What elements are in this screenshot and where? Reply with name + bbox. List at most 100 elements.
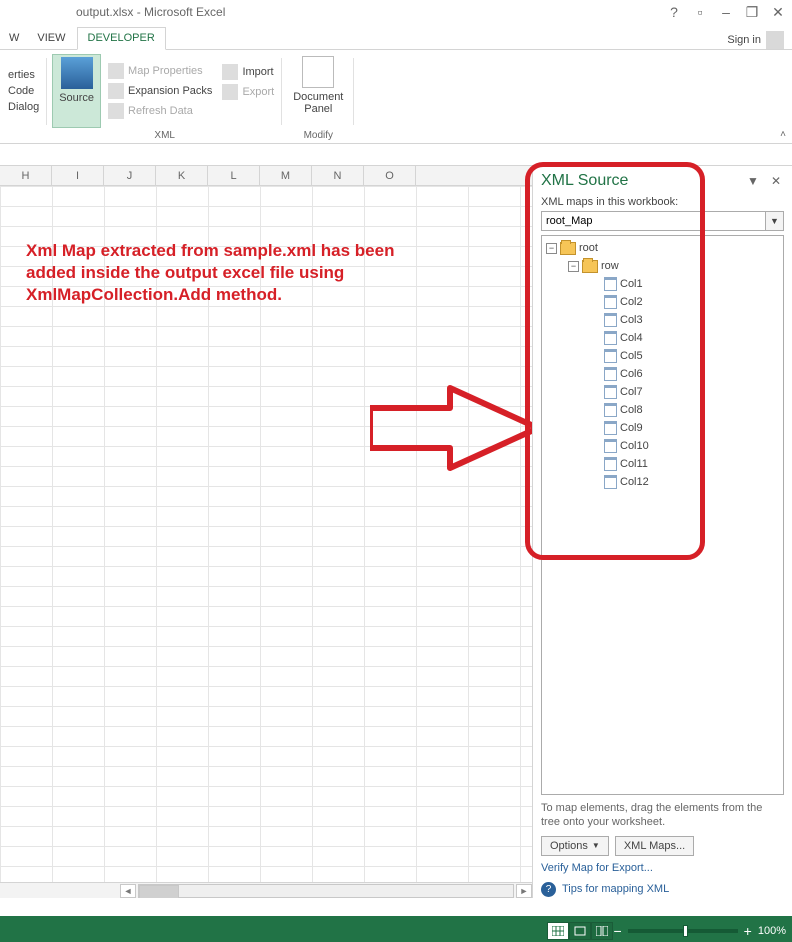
col-header[interactable]: J xyxy=(104,166,156,185)
tree-node-col[interactable]: Col12 xyxy=(546,473,779,491)
col-header[interactable]: M xyxy=(260,166,312,185)
col-header[interactable]: L xyxy=(208,166,260,185)
tree-node-col[interactable]: Col7 xyxy=(546,383,779,401)
tree-node-label: row xyxy=(601,260,619,272)
options-button[interactable]: Options▼ xyxy=(541,836,609,856)
col-header[interactable]: K xyxy=(156,166,208,185)
ribbon-group-partial: erties Code Dialog xyxy=(0,54,47,143)
map-properties-button[interactable]: Map Properties xyxy=(105,62,215,80)
maps-combobox[interactable]: ▼ xyxy=(541,211,784,231)
import-button[interactable]: Import xyxy=(219,63,277,81)
collapse-icon[interactable]: − xyxy=(568,261,579,272)
element-icon xyxy=(604,367,617,381)
tab-developer[interactable]: DEVELOPER xyxy=(77,27,166,50)
export-button[interactable]: Export xyxy=(219,83,277,101)
folder-icon xyxy=(582,260,598,273)
col-header[interactable]: H xyxy=(0,166,52,185)
zoom-slider-thumb[interactable] xyxy=(683,925,688,937)
help-icon[interactable]: ? xyxy=(666,4,682,20)
chevron-down-icon: ▼ xyxy=(592,841,600,850)
tree-node-col[interactable]: Col3 xyxy=(546,311,779,329)
minimize-icon[interactable]: – xyxy=(718,4,734,20)
expansion-packs-button[interactable]: Expansion Packs xyxy=(105,82,215,100)
collapse-ribbon-icon[interactable]: ˄ xyxy=(780,129,786,140)
tab-partial[interactable]: W xyxy=(6,27,26,49)
tree-node-col[interactable]: Col11 xyxy=(546,455,779,473)
view-pagelayout-button[interactable] xyxy=(569,922,591,940)
scroll-left-icon[interactable]: ◄ xyxy=(120,884,136,898)
annotation-text: Xml Map extracted from sample.xml has be… xyxy=(26,240,426,306)
element-icon xyxy=(604,277,617,291)
element-icon xyxy=(604,439,617,453)
ribbon-item-dialog[interactable]: Dialog xyxy=(5,100,42,114)
source-icon xyxy=(61,57,93,89)
tree-node-col[interactable]: Col8 xyxy=(546,401,779,419)
column-headers[interactable]: H I J K L M N O xyxy=(0,166,532,186)
view-pagebreak-button[interactable] xyxy=(591,922,613,940)
tree-node-col[interactable]: Col1 xyxy=(546,275,779,293)
collapse-icon[interactable]: − xyxy=(546,243,557,254)
zoom-level[interactable]: 100% xyxy=(758,925,786,937)
zoom-in-icon[interactable]: + xyxy=(744,923,752,939)
zoom-slider-track[interactable] xyxy=(628,929,738,933)
view-normal-button[interactable] xyxy=(547,922,569,940)
zoom-out-icon[interactable]: − xyxy=(613,923,621,939)
col-header[interactable]: N xyxy=(312,166,364,185)
tab-view[interactable]: VIEW xyxy=(26,27,76,49)
tree-node-label: Col2 xyxy=(620,296,643,308)
source-button[interactable]: Source xyxy=(52,54,101,128)
verify-map-link[interactable]: Verify Map for Export... xyxy=(541,862,784,874)
pane-close-icon[interactable]: ✕ xyxy=(768,174,784,188)
element-icon xyxy=(604,457,617,471)
page-break-icon xyxy=(596,926,608,936)
pane-menu-icon[interactable]: ▼ xyxy=(744,174,762,188)
avatar-icon xyxy=(766,31,784,49)
ribbon-tabs: W VIEW DEVELOPER Sign in xyxy=(0,24,792,50)
tree-node-label: Col10 xyxy=(620,440,649,452)
ribbon-group-modify: Document Panel Modify xyxy=(282,54,354,143)
maps-combo-input[interactable] xyxy=(541,211,766,231)
sign-in[interactable]: Sign in xyxy=(727,31,786,49)
maps-label: XML maps in this workbook: xyxy=(541,196,784,208)
col-header[interactable]: I xyxy=(52,166,104,185)
tree-node-col[interactable]: Col4 xyxy=(546,329,779,347)
ribbon-item-properties[interactable]: erties xyxy=(5,68,42,82)
tree-node-col[interactable]: Col2 xyxy=(546,293,779,311)
tips-link[interactable]: ? Tips for mapping XML xyxy=(541,882,784,897)
horizontal-scrollbar[interactable]: ◄ ► xyxy=(0,882,532,898)
col-header[interactable]: O xyxy=(364,166,416,185)
element-icon xyxy=(604,349,617,363)
document-panel-button[interactable]: Document Panel xyxy=(287,54,349,128)
xml-maps-button[interactable]: XML Maps... xyxy=(615,836,694,856)
tree-node-label: Col12 xyxy=(620,476,649,488)
chevron-down-icon[interactable]: ▼ xyxy=(766,211,784,231)
tree-node-col[interactable]: Col9 xyxy=(546,419,779,437)
xml-source-pane: XML Source ▼ ✕ XML maps in this workbook… xyxy=(532,166,792,898)
scrollbar-thumb[interactable] xyxy=(139,885,179,899)
restore-icon[interactable]: ❐ xyxy=(744,4,760,20)
tree-node-col[interactable]: Col10 xyxy=(546,437,779,455)
element-icon xyxy=(604,313,617,327)
ribbon-group-label-xml: XML xyxy=(154,128,175,143)
zoom-control[interactable]: − + 100% xyxy=(613,923,786,939)
scrollbar-track[interactable] xyxy=(138,884,514,898)
tree-node-col[interactable]: Col6 xyxy=(546,365,779,383)
export-icon xyxy=(222,84,238,100)
element-icon xyxy=(604,421,617,435)
expansion-packs-icon xyxy=(108,83,124,99)
pane-title: XML Source xyxy=(541,172,738,190)
scroll-right-icon[interactable]: ► xyxy=(516,884,532,898)
ribbon-item-code[interactable]: Code xyxy=(5,84,42,98)
worksheet-grid[interactable]: H I J K L M N O Xml Map extracted from s… xyxy=(0,166,532,898)
tree-node-col[interactable]: Col5 xyxy=(546,347,779,365)
tree-node-row[interactable]: − row xyxy=(546,257,779,275)
refresh-data-button[interactable]: Refresh Data xyxy=(105,102,215,120)
close-icon[interactable]: ✕ xyxy=(770,4,786,20)
ribbon-display-options-icon[interactable]: ▫ xyxy=(692,4,708,20)
tree-node-label: Col8 xyxy=(620,404,643,416)
element-icon xyxy=(604,295,617,309)
ribbon-group-label-modify: Modify xyxy=(304,128,333,143)
tree-node-root[interactable]: − root xyxy=(546,239,779,257)
sign-in-label: Sign in xyxy=(727,34,761,46)
xml-tree[interactable]: − root − row Col1Col2Col3Col4Col5Col6Col… xyxy=(541,235,784,795)
